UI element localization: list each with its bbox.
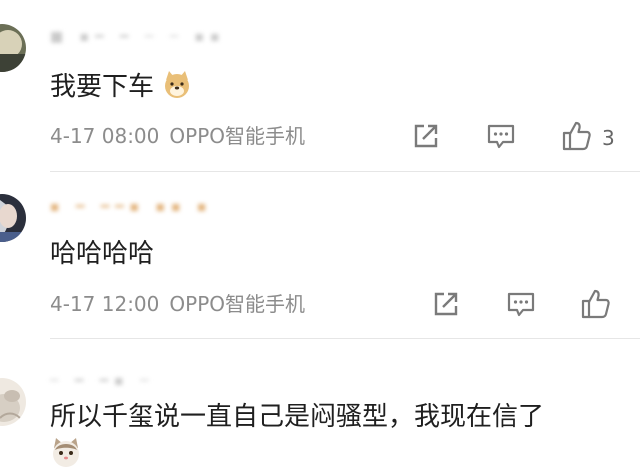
comment-time: 4-17 12:00 bbox=[50, 292, 160, 316]
username-blurred[interactable]: ─ ━ ━▪ ─ bbox=[50, 374, 155, 388]
username-blurred[interactable]: ▪ ━ ━━▪ ▪▪ ▪ bbox=[50, 200, 213, 214]
comment-device: OPPO智能手机 bbox=[169, 124, 305, 148]
comment-meta: 4-17 12:00 OPPO智能手机 bbox=[50, 292, 305, 316]
comment-time: 4-17 08:00 bbox=[50, 124, 160, 148]
reply-button[interactable] bbox=[486, 121, 516, 151]
comment-meta: 4-17 08:00 OPPO智能手机 bbox=[50, 124, 305, 148]
comment-item: ■ ▪━ ━ ─ ─ ▪▪ 我要下车 4-17 08:00 OPPO智能手机 3 bbox=[0, 0, 640, 172]
comment-icon bbox=[507, 292, 535, 317]
share-icon bbox=[414, 124, 438, 148]
like-count: 3 bbox=[602, 126, 615, 150]
thumbs-up-icon bbox=[581, 289, 610, 319]
like-button[interactable] bbox=[561, 120, 591, 151]
reply-button[interactable] bbox=[506, 289, 536, 319]
username-blurred[interactable]: ■ ▪━ ━ ─ ─ ▪▪ bbox=[50, 30, 226, 44]
share-button[interactable] bbox=[431, 289, 461, 319]
comment-text: 哈哈哈哈 bbox=[50, 239, 155, 269]
divider bbox=[50, 338, 640, 339]
like-button[interactable] bbox=[580, 288, 610, 319]
comment-icon bbox=[487, 124, 515, 149]
comment-text: 所以千玺说一直自己是闷骚型，我现在信了 bbox=[50, 402, 545, 432]
comment-device: OPPO智能手机 bbox=[169, 292, 305, 316]
comment-item: ─ ━ ━▪ ─ 所以千玺说一直自己是闷骚型，我现在信了 bbox=[0, 340, 640, 473]
comment-list: ■ ▪━ ━ ─ ─ ▪▪ 我要下车 4-17 08:00 OPPO智能手机 3… bbox=[0, 0, 640, 473]
share-button[interactable] bbox=[411, 121, 441, 151]
avatar[interactable] bbox=[0, 194, 26, 242]
thumbs-up-icon bbox=[562, 121, 591, 151]
avatar[interactable] bbox=[0, 378, 26, 426]
comment-item: ▪ ━ ━━▪ ▪▪ ▪ 哈哈哈哈 4-17 12:00 OPPO智能手机 bbox=[0, 172, 640, 340]
comment-text: 我要下车 bbox=[50, 70, 620, 104]
share-icon bbox=[434, 292, 458, 316]
avatar[interactable] bbox=[0, 24, 26, 72]
cat-emoji bbox=[50, 436, 82, 468]
doge-emoji bbox=[162, 70, 192, 100]
